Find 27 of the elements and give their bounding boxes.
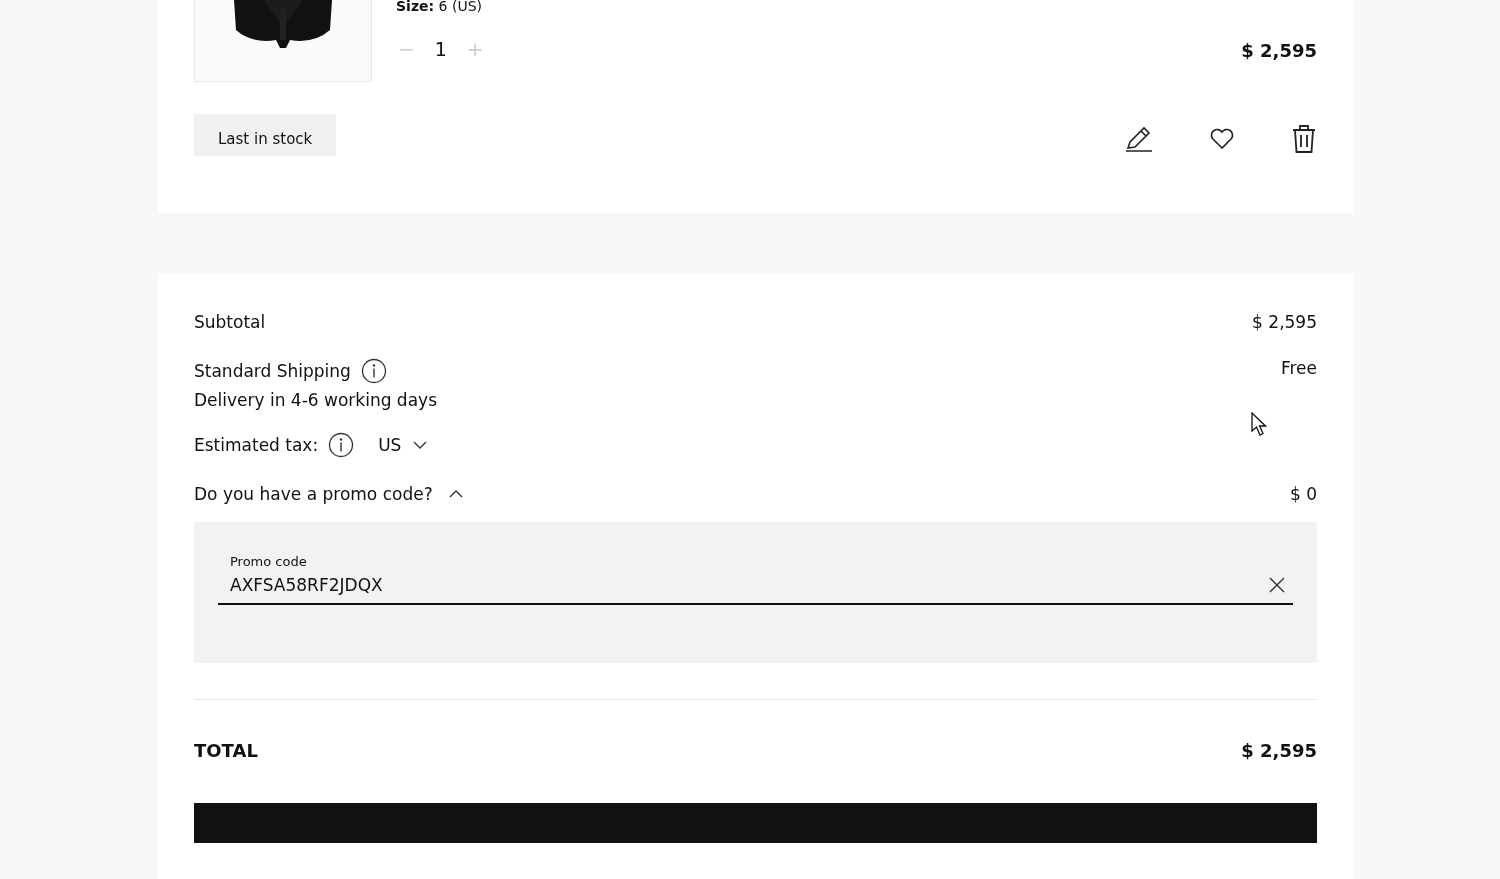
- item-price: $ 2,595: [1241, 40, 1317, 61]
- field-label: Promo code: [230, 554, 308, 569]
- quantity-value: 1: [434, 38, 447, 60]
- close-icon[interactable]: [1269, 577, 1285, 593]
- info-icon[interactable]: [360, 358, 387, 384]
- promo-code-toggle[interactable]: Do you have a promo code?: [194, 484, 463, 504]
- total-label: TOTAL: [194, 740, 258, 761]
- heart-icon[interactable]: [1209, 127, 1235, 151]
- trash-icon[interactable]: [1291, 124, 1317, 154]
- subtotal-value: $ 2,595: [1252, 312, 1317, 332]
- chevron-icon: [448, 490, 463, 498]
- tax-label: Estimated tax:: [194, 435, 319, 455]
- pencil-icon[interactable]: [1125, 126, 1153, 152]
- shipping-label: Standard Shipping: [194, 361, 351, 381]
- promo-discount-value: $ 0: [1289, 484, 1317, 504]
- size-label: Size: 6 (US): [396, 0, 483, 13]
- promo-code-field[interactable]: Promo code AXFSA58RF2JDQX: [218, 554, 1293, 605]
- field-value: AXFSA58RF2JDQX: [230, 575, 383, 595]
- stock-badge: Last in stock: [194, 114, 337, 156]
- country-dropdown[interactable]: US: [378, 435, 428, 455]
- chevron-down-icon: [413, 441, 428, 449]
- total-value: $ 2,595: [1241, 740, 1317, 761]
- info-icon[interactable]: [328, 432, 355, 458]
- shipping-value: Free: [1280, 358, 1317, 378]
- subtotal-label: Subtotal: [194, 312, 266, 332]
- mouse-cursor-icon: [1251, 412, 1267, 436]
- delivery-note: Delivery in 4-6 working days: [194, 390, 437, 410]
